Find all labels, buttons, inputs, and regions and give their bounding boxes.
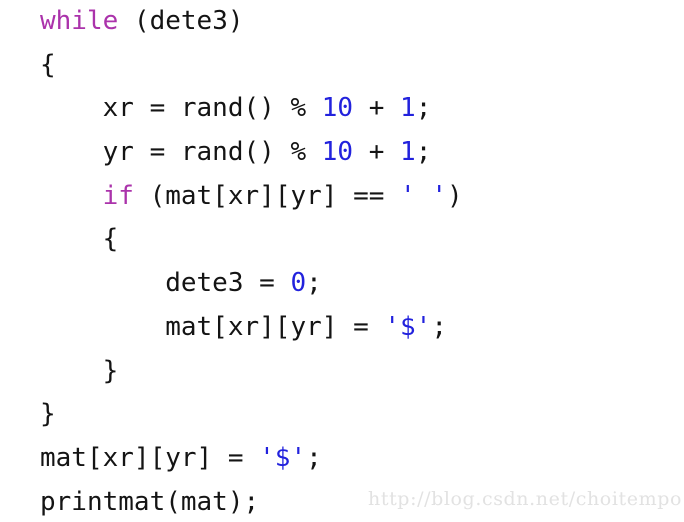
code-token-punct: } [40, 355, 119, 386]
code-token-plain: dete3 = [40, 268, 291, 299]
code-token-plain: mat[xr][yr] = [40, 311, 385, 342]
code-token-plain: ) [447, 180, 463, 211]
code-token-plain: yr = rand() % [40, 137, 322, 168]
code-line: { [40, 218, 684, 262]
code-token-plain: ; [415, 93, 432, 124]
code-token-plain: (dete3) [118, 6, 244, 36]
code-token-char: ' ' [400, 180, 448, 211]
code-line: if (mat[xr][yr] == ' ') [40, 175, 684, 219]
code-line: } [40, 350, 684, 394]
code-line: yr = rand() % 10 + 1; [40, 131, 684, 175]
code-token-keyword: while [40, 6, 119, 36]
code-token-plain: ; [415, 137, 432, 168]
code-token-plain: + [353, 137, 401, 168]
code-line: mat[xr][yr] = '$'; [40, 437, 684, 481]
code-line: while (dete3) [40, 0, 684, 44]
code-token-number: 0 [290, 268, 307, 299]
code-token-punct: { [40, 49, 56, 80]
code-line: { [40, 44, 684, 88]
code-token-plain: xr = rand() % [40, 93, 322, 124]
code-token-number: 1 [400, 93, 416, 124]
code-line: mat[xr][yr] = '$'; [40, 306, 684, 350]
code-token-plain: ; [306, 442, 322, 473]
code-token-number: 1 [400, 137, 416, 168]
watermark-text: http://blog.csdn.net/choitempo [368, 488, 682, 510]
code-token-char: '$' [259, 442, 307, 473]
code-block: while (dete3){ xr = rand() % 10 + 1; yr … [40, 0, 684, 522]
code-token-keyword: if [102, 180, 134, 211]
code-line: dete3 = 0; [40, 262, 684, 306]
code-token-punct: { [40, 224, 119, 255]
code-line: xr = rand() % 10 + 1; [40, 87, 684, 131]
code-token-plain: printmat(mat); [40, 486, 260, 517]
code-token-char: '$' [384, 311, 432, 342]
code-token-plain: mat[xr][yr] = [40, 442, 260, 473]
code-token-number: 10 [321, 137, 354, 168]
code-line: } [40, 393, 684, 437]
code-token-punct: } [40, 399, 56, 430]
code-token-number: 10 [321, 93, 354, 124]
code-token-plain: ; [306, 268, 322, 299]
code-token-plain: + [353, 93, 401, 124]
code-token-plain: ; [431, 311, 447, 342]
code-token-plain: (mat[xr][yr] == [133, 180, 401, 211]
code-screenshot: while (dete3){ xr = rand() % 10 + 1; yr … [0, 0, 684, 522]
